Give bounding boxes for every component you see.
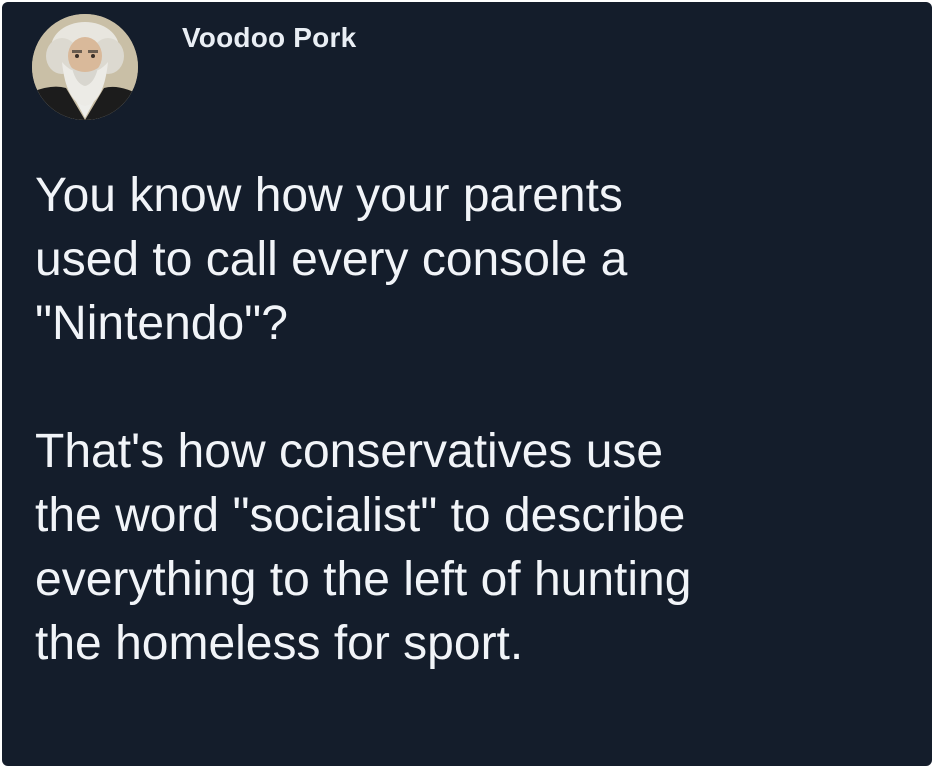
avatar[interactable] <box>32 14 138 120</box>
bearded-man-portrait-icon <box>32 14 138 120</box>
tweet-paragraph-2: That's how conservatives use the word "s… <box>35 425 692 670</box>
tweet-paragraph-1: You know how your parents used to call e… <box>35 169 628 350</box>
tweet-card: Voodoo Pork You know how your parents us… <box>2 2 932 766</box>
author-display-name[interactable]: Voodoo Pork <box>182 22 356 54</box>
tweet-text: You know how your parents used to call e… <box>35 164 915 676</box>
tweet-header: Voodoo Pork <box>32 14 356 120</box>
